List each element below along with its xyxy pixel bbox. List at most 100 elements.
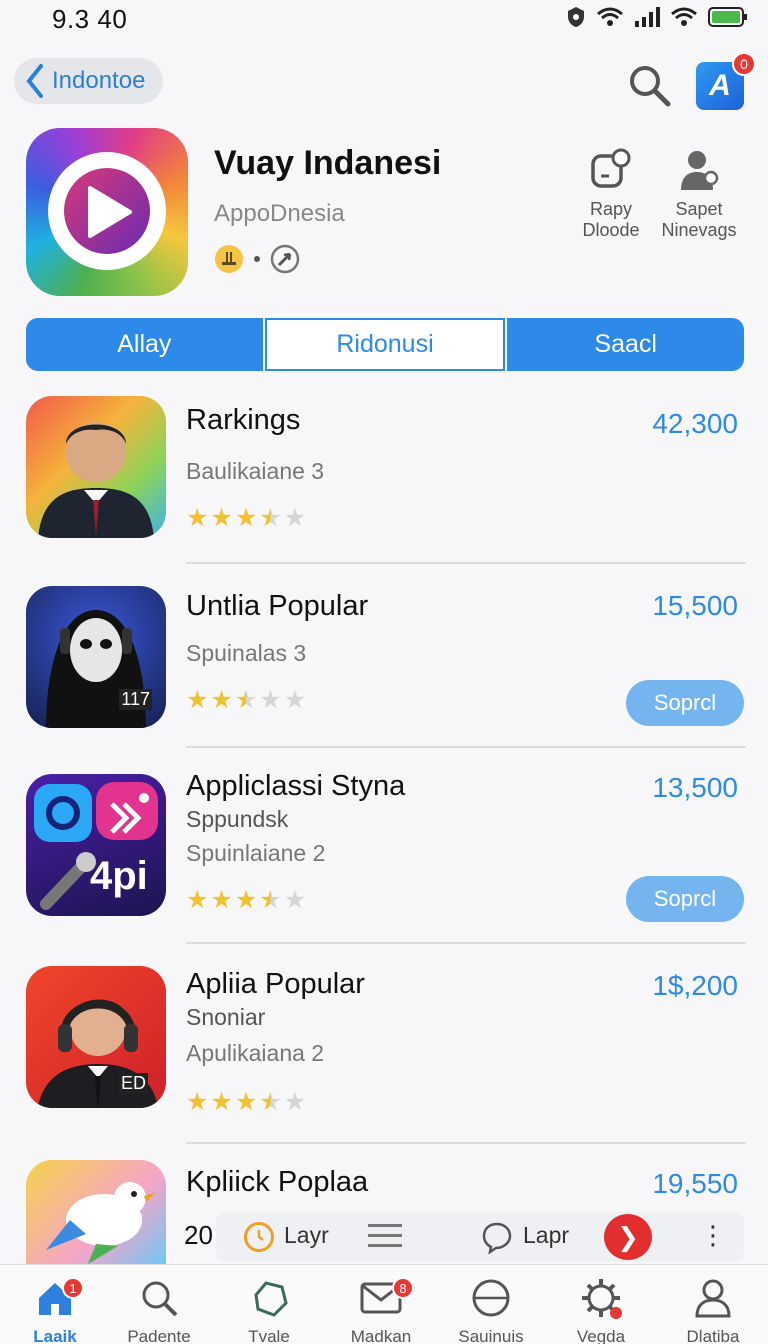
tab-search[interactable]: Padente (104, 1273, 214, 1344)
tab-badge: 8 (392, 1277, 414, 1299)
star-rating: ★ ★ ★ ★ ★ (186, 888, 306, 913)
app-icon-brand: 4pi (90, 854, 148, 898)
tab-shape[interactable]: Tvale (214, 1273, 324, 1344)
app-subtitle: Sppundsk (186, 806, 289, 832)
hero-action-share[interactable]: Rapy Dloode (566, 146, 656, 241)
clock-icon[interactable] (244, 1222, 274, 1252)
app-count: 15,500 (652, 590, 738, 621)
segment-3[interactable]: Saacl (507, 318, 745, 371)
hero-action-person[interactable]: Sapet Ninevags (654, 146, 744, 241)
segmented-control: Allay Ridonusi Saacl (26, 318, 745, 371)
tab-label: Vegda (576, 1327, 626, 1344)
app-count: 42,300 (652, 408, 738, 439)
app-title: Vuay Indanesi (214, 144, 442, 182)
star-half: ★ (259, 1088, 282, 1116)
mini-player: Layr Lapr ❯ ⋮ (216, 1212, 744, 1262)
get-button[interactable]: Soprcl (626, 680, 744, 726)
app-name: Apliia Popular (186, 968, 365, 1000)
app-rank: Spuinalas 3 (186, 640, 307, 666)
app-name: Appliclassi Styna (186, 770, 406, 802)
app-name: Untlia Popular (186, 590, 369, 622)
age-rating-icon (215, 245, 243, 273)
tab-label: Sauinuis (458, 1327, 524, 1344)
segment-2[interactable]: Ridonusi (264, 318, 506, 371)
app-developer[interactable]: AppoDnesia (214, 200, 345, 228)
status-bar: 9.3 40 (0, 0, 768, 40)
play-icon (88, 186, 132, 238)
search-button[interactable] (626, 62, 672, 108)
list-item[interactable]: 4pi Appliclassi Styna Sppundsk Spuinlaia… (0, 770, 768, 944)
app-store-icon: A (709, 69, 731, 102)
battery-icon (708, 7, 747, 27)
star-full: ★ (234, 886, 258, 914)
back-button[interactable]: Indontoe (14, 58, 164, 104)
divider (186, 942, 746, 944)
star-full: ★ (234, 1088, 258, 1116)
get-button[interactable]: Soprcl (626, 876, 744, 922)
tab-label: Padente (127, 1327, 191, 1344)
share-icon (591, 148, 631, 188)
compass-icon[interactable] (270, 244, 300, 274)
star-empty: ★ (283, 886, 307, 914)
more-vertical-icon[interactable]: ⋮ (700, 1220, 726, 1251)
star-rating: ★ ★ ★ ★ ★ (186, 506, 306, 531)
tab-profile[interactable]: Dlatiba (658, 1273, 768, 1344)
app-icon-bird (26, 1160, 166, 1264)
top-nav: Indontoe A 0 (0, 52, 768, 116)
star-empty: ★ (283, 686, 307, 714)
star-half: ★ (259, 504, 282, 532)
signal-icon (635, 7, 660, 27)
tab-badge: 1 (62, 1277, 84, 1299)
tab-mail[interactable]: 8 Madkan (326, 1273, 436, 1344)
star-full: ★ (210, 1088, 233, 1116)
app-logo[interactable] (26, 128, 188, 296)
app-icon-number: 117 (119, 689, 152, 710)
tab-settings[interactable]: Vegda (546, 1273, 656, 1344)
star-full: ★ (186, 886, 209, 914)
profile-icon (695, 1279, 731, 1318)
status-icons (566, 6, 748, 28)
star-full: ★ (210, 886, 233, 914)
app-name: Kpliick Poplaa (186, 1166, 369, 1198)
list-item[interactable]: 117 Untlia Popular Spuinalas 3 15,500 ★ ★… (0, 586, 768, 748)
app-rank-partial: 20 (184, 1220, 213, 1250)
list-item[interactable]: ED Apliia Popular Snoniar Apulikaiana 2 … (0, 966, 768, 1144)
chat-bubble-icon[interactable] (482, 1222, 512, 1259)
tab-label: Tvale (248, 1327, 290, 1344)
back-label: Indontoe (52, 67, 146, 94)
meta-dot (254, 256, 260, 262)
bottom-tab-bar: 1 Laaik Padente Tvale 8 Madkan Sauinuis … (0, 1264, 768, 1344)
tab-globe[interactable]: Sauinuis (436, 1273, 546, 1344)
app-rank: Apulikaiana 2 (186, 1040, 325, 1066)
list-item[interactable]: Rarkings Baulikaiane 3 42,300 ★ ★ ★ ★ ★ (0, 396, 768, 564)
menu-icon[interactable] (368, 1224, 402, 1254)
star-full: ★ (186, 686, 209, 714)
forward-button[interactable]: ❯ (604, 1214, 652, 1260)
search-icon (142, 1281, 178, 1317)
star-half: ★ (259, 886, 282, 914)
star-half: ★ (234, 686, 258, 714)
person-icon (681, 151, 719, 190)
mini-player-label-left[interactable]: Layr (284, 1222, 329, 1249)
app-rank: Baulikaiane 3 (186, 458, 325, 484)
star-full: ★ (210, 504, 233, 532)
app-hero: Vuay Indanesi AppoDnesia Rapy Dloode Sap… (0, 128, 768, 303)
gear-icon (582, 1279, 622, 1319)
tab-home[interactable]: 1 Laaik (0, 1273, 110, 1344)
app-store-button[interactable]: A 0 (696, 52, 756, 110)
app-icon-portrait (26, 396, 166, 538)
app-count: 19,550 (652, 1168, 738, 1199)
chevron-left-icon (26, 64, 43, 98)
app-subtitle: Snoniar (186, 1004, 266, 1030)
star-full: ★ (210, 686, 233, 714)
tab-label: Dlatiba (686, 1327, 740, 1344)
segment-1[interactable]: Allay (26, 318, 263, 371)
app-meta (214, 244, 300, 274)
app-count: 1$,200 (652, 970, 738, 1001)
app-icon-mask: 117 (26, 586, 166, 728)
tab-label: Madkan (350, 1327, 412, 1344)
app-rank: Spuinlaiane 2 (186, 840, 326, 866)
mini-player-label-right[interactable]: Lapr (523, 1222, 569, 1249)
notification-badge: 0 (732, 52, 756, 76)
tab-label: Laaik (33, 1327, 77, 1344)
